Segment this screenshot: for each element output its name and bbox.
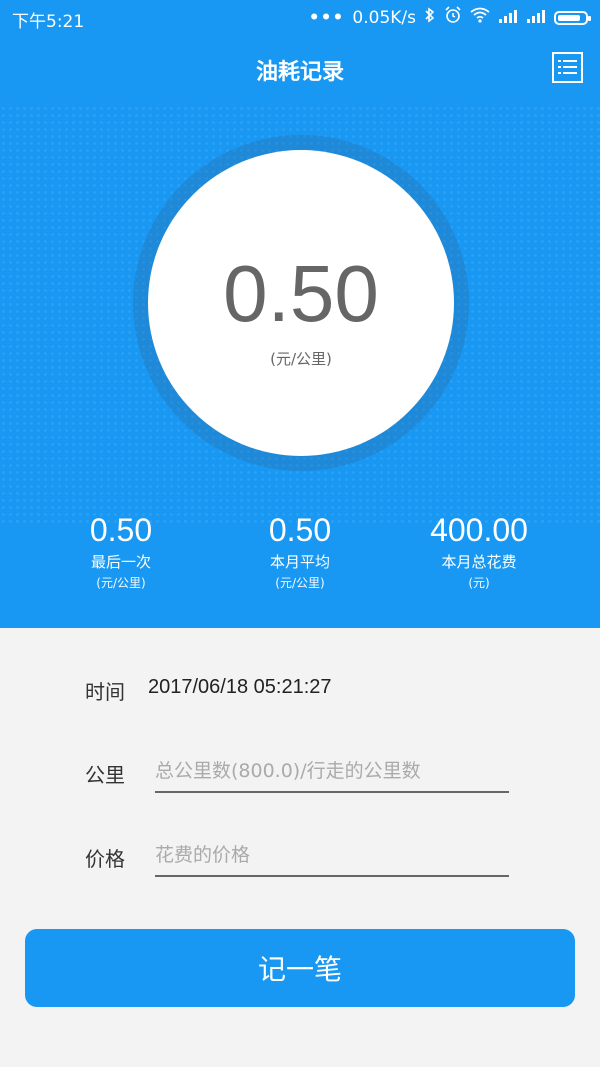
signal-icon-2	[526, 8, 546, 28]
stat-value: 0.50	[89, 512, 153, 548]
title-bar: 油耗记录	[0, 44, 600, 96]
battery-icon	[554, 10, 591, 25]
record-button[interactable]: 记一笔	[25, 929, 575, 1007]
price-label: 价格	[85, 847, 125, 871]
km-label: 公里	[85, 763, 125, 787]
stat-value: 400.00	[430, 512, 528, 548]
signal-icon-1	[498, 8, 518, 28]
km-input[interactable]	[155, 751, 509, 793]
stat-label: 本月平均	[269, 553, 330, 571]
list-icon[interactable]	[552, 52, 583, 83]
stat-unit: (元/公里)	[96, 576, 146, 590]
status-bar: 下午5:21 ••• 0.05K/s	[0, 0, 600, 34]
bluetooth-icon	[424, 7, 436, 28]
page-title: 油耗记录	[255, 60, 344, 85]
price-input[interactable]	[155, 835, 509, 877]
header-area: 下午5:21 ••• 0.05K/s 油耗记录 0.50 (元/公里) 0.50…	[0, 0, 600, 628]
status-icons: ••• 0.05K/s	[308, 6, 591, 29]
network-speed: 0.05K/s	[352, 7, 416, 28]
stat-unit: (元/公里)	[275, 576, 325, 590]
status-time: 下午5:21	[12, 12, 85, 32]
alarm-icon	[444, 6, 462, 29]
stat-label: 最后一次	[90, 553, 151, 571]
stat-unit: (元)	[468, 576, 490, 590]
stat-month-average: 0.50 本月平均 (元/公里)	[200, 512, 400, 591]
time-label: 时间	[85, 680, 125, 704]
time-value[interactable]: 2017/06/18 05:21:27	[148, 676, 332, 699]
fuel-cost-unit: (元/公里)	[270, 350, 332, 368]
fuel-cost-value: 0.50	[223, 249, 379, 338]
stat-label: 本月总花费	[441, 553, 517, 571]
stat-value: 0.50	[268, 512, 332, 548]
stat-last: 0.50 最后一次 (元/公里)	[21, 512, 221, 591]
wifi-icon	[470, 7, 490, 28]
stat-month-total: 400.00 本月总花费 (元)	[379, 512, 579, 591]
more-dots: •••	[308, 7, 345, 28]
